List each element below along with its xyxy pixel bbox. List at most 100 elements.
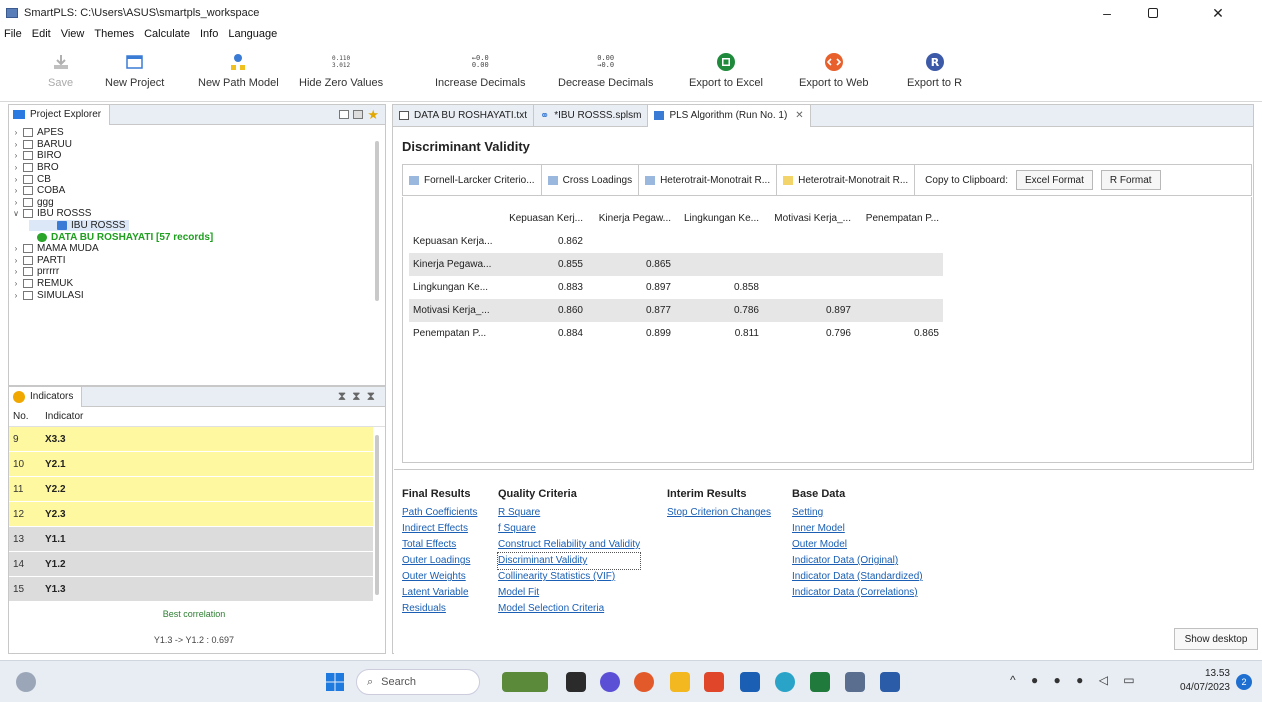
excel-taskbar-icon[interactable] — [810, 672, 830, 692]
result-link[interactable]: Indicator Data (Correlations) — [792, 585, 923, 601]
save-button[interactable]: Save — [48, 50, 73, 89]
result-link[interactable]: Discriminant Validity — [496, 552, 642, 570]
tree-item[interactable]: IBU ROSSS — [29, 219, 129, 232]
tree-item[interactable]: › BRO — [9, 162, 385, 174]
chevron-right-icon[interactable]: › — [11, 185, 21, 196]
clock[interactable]: 13.53 04/07/2023 — [1172, 667, 1230, 695]
table-cell[interactable] — [763, 253, 855, 276]
menu-themes[interactable]: Themes — [94, 28, 134, 40]
result-link[interactable]: f Square — [498, 521, 640, 537]
browser-icon[interactable] — [634, 672, 654, 692]
subtab-fornell-larcker[interactable]: Fornell-Larcker Criterio... — [403, 165, 542, 195]
chevron-right-icon[interactable]: › — [11, 150, 21, 161]
subtab-cross-loadings[interactable]: Cross Loadings — [542, 165, 640, 195]
chevron-right-icon[interactable]: › — [11, 162, 21, 173]
tree-item[interactable]: › BIRO — [9, 150, 385, 162]
tree-item[interactable]: › CB — [9, 173, 385, 185]
indicator-row[interactable]: 15 Y1.3 — [9, 577, 373, 602]
menu-file[interactable]: File — [4, 28, 22, 40]
table-cell[interactable]: 0.899 — [587, 322, 675, 345]
windows-start-button[interactable] — [325, 672, 345, 692]
tree-item[interactable]: › BARUU — [9, 139, 385, 151]
file-explorer-icon[interactable] — [670, 672, 690, 692]
chat-icon[interactable] — [600, 672, 620, 692]
column-header[interactable]: Lingkungan Ke... — [675, 207, 763, 230]
result-link[interactable]: Total Effects — [402, 537, 477, 553]
column-header[interactable]: Kepuasan Kerj... — [499, 207, 587, 230]
indicator-row[interactable]: 14 Y1.2 — [9, 552, 373, 577]
hide-zero-values-button[interactable]: 0.110 3.012 Hide Zero Values — [299, 50, 383, 89]
indicator-row[interactable]: 13 Y1.1 — [9, 527, 373, 552]
table-cell[interactable]: 0.897 — [763, 299, 855, 322]
tree-item[interactable]: ∨ IBU ROSSS — [9, 208, 385, 220]
row-header[interactable]: Lingkungan Ke... — [409, 276, 499, 299]
increase-decimals-button[interactable]: ←0.0 0.00 Increase Decimals — [435, 50, 525, 90]
table-cell[interactable]: 0.883 — [499, 276, 587, 299]
column-header[interactable]: Kinerja Pegaw... — [587, 207, 675, 230]
table-cell[interactable] — [763, 276, 855, 299]
table-cell[interactable]: 0.858 — [675, 276, 763, 299]
result-link[interactable]: Indicator Data (Standardized) — [792, 569, 923, 585]
chevron-right-icon[interactable]: › — [11, 243, 21, 254]
menu-view[interactable]: View — [61, 28, 85, 40]
close-button[interactable]: ✕ — [1195, 0, 1241, 26]
table-cell[interactable]: 0.877 — [587, 299, 675, 322]
indicator-row[interactable]: 11 Y2.2 — [9, 477, 373, 502]
column-header[interactable]: Penempatan P... — [855, 207, 943, 230]
chevron-right-icon[interactable]: › — [11, 139, 21, 150]
r-format-button[interactable]: R Format — [1100, 170, 1161, 190]
result-link[interactable]: Residuals — [402, 601, 477, 617]
excel-format-button[interactable]: Excel Format — [1016, 170, 1093, 190]
filter-icon[interactable]: ⧗ — [352, 389, 360, 404]
new-path-model-button[interactable]: New Path Model — [198, 50, 279, 89]
table-cell[interactable]: 0.860 — [499, 299, 587, 322]
table-cell[interactable]: 0.862 — [499, 230, 587, 253]
tab-pls-algorithm[interactable]: PLS Algorithm (Run No. 1) ✕ — [648, 104, 811, 127]
result-link[interactable]: Collinearity Statistics (VIF) — [498, 569, 640, 585]
result-link[interactable]: Outer Weights — [402, 569, 477, 585]
chevron-right-icon[interactable]: › — [11, 197, 21, 208]
table-cell[interactable] — [763, 230, 855, 253]
table-cell[interactable] — [855, 276, 943, 299]
tree-item[interactable]: › SIMULASI — [9, 289, 385, 301]
column-header[interactable]: Motivasi Kerja_... — [763, 207, 855, 230]
tree-item[interactable]: › prrrrr — [9, 266, 385, 278]
result-link[interactable]: Outer Model — [792, 537, 923, 553]
table-cell[interactable]: 0.865 — [855, 322, 943, 345]
result-link[interactable]: Setting — [792, 505, 923, 521]
menu-language[interactable]: Language — [228, 28, 277, 40]
row-header[interactable]: Penempatan P... — [409, 322, 499, 345]
result-link[interactable]: Inner Model — [792, 521, 923, 537]
subtab-htmt[interactable]: Heterotrait-Monotrait R... — [639, 165, 778, 195]
result-link[interactable]: R Square — [498, 505, 640, 521]
tree-item[interactable]: › MAMA MUDA — [9, 243, 385, 255]
weather-icon[interactable] — [16, 672, 36, 692]
export-web-button[interactable]: Export to Web — [799, 50, 869, 89]
system-tray[interactable]: ^ ● ● ● ◁ ▭ — [1010, 673, 1141, 687]
star-icon[interactable]: ★ — [367, 108, 379, 121]
result-link[interactable]: Indirect Effects — [402, 521, 477, 537]
menu-info[interactable]: Info — [200, 28, 218, 40]
row-header[interactable]: Kepuasan Kerja... — [409, 230, 499, 253]
mail-icon[interactable] — [740, 672, 760, 692]
indicator-row[interactable]: 9 X3.3 — [9, 427, 373, 452]
result-link[interactable]: Construct Reliability and Validity — [498, 537, 640, 553]
indicator-row[interactable]: 12 Y2.3 — [9, 502, 373, 527]
export-r-button[interactable]: R Export to R — [907, 50, 962, 89]
export-excel-button[interactable]: Export to Excel — [689, 50, 763, 89]
decrease-decimals-button[interactable]: 0.00 →0.0 Decrease Decimals — [558, 50, 653, 90]
tree-item[interactable]: › COBA — [9, 185, 385, 197]
widgets-icon[interactable] — [502, 672, 548, 692]
tree-item[interactable]: › ggg — [9, 197, 385, 209]
table-cell[interactable] — [855, 299, 943, 322]
minimize-pane-icon[interactable] — [339, 110, 350, 119]
tab-model-file[interactable]: ⚭ *IBU ROSSS.splsm — [534, 104, 649, 127]
result-link[interactable]: Model Selection Criteria — [498, 601, 640, 617]
tree-item[interactable]: › APES — [9, 127, 385, 139]
maximize-button[interactable] — [1130, 0, 1176, 26]
col-indicator[interactable]: Indicator — [45, 411, 83, 422]
table-cell[interactable]: 0.796 — [763, 322, 855, 345]
table-cell[interactable]: 0.897 — [587, 276, 675, 299]
filter-icon[interactable]: ⧗ — [367, 389, 375, 404]
filter-icon[interactable]: ⧗ — [338, 389, 346, 404]
